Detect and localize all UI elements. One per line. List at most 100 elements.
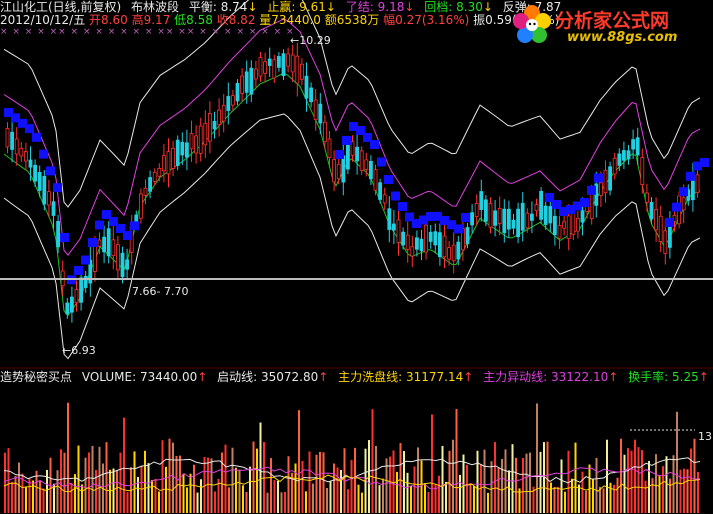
volume-bar bbox=[389, 456, 391, 513]
volume-bar bbox=[14, 475, 17, 513]
signal-dot bbox=[335, 150, 344, 159]
candle-body bbox=[263, 61, 268, 74]
candle-body bbox=[230, 95, 235, 106]
volume-bar bbox=[84, 457, 87, 513]
candle-body bbox=[33, 164, 37, 182]
candle-body bbox=[414, 237, 419, 250]
volume-bar bbox=[406, 472, 409, 513]
volume-bar bbox=[623, 454, 626, 513]
candle-body bbox=[235, 82, 240, 102]
site-logo: 分析家公式网 www.88gs.com bbox=[507, 2, 707, 48]
candle-body bbox=[359, 150, 364, 171]
candle-body bbox=[281, 53, 286, 77]
candle-body bbox=[447, 247, 452, 260]
candle-body bbox=[93, 246, 97, 272]
signal-dot bbox=[123, 231, 132, 240]
candle-body bbox=[364, 159, 369, 170]
candle-body bbox=[456, 241, 461, 260]
volume-bar bbox=[91, 445, 94, 513]
signal-dot bbox=[686, 171, 695, 181]
volume-bar bbox=[669, 478, 671, 513]
candle-body bbox=[603, 169, 608, 194]
candle-body bbox=[157, 167, 162, 177]
amount-value: 额6538万 bbox=[324, 13, 380, 27]
candle-body bbox=[608, 166, 612, 191]
candle-body bbox=[368, 160, 373, 180]
volume-bar bbox=[133, 451, 136, 513]
volume-bar bbox=[466, 464, 468, 513]
volume-bar bbox=[42, 488, 45, 513]
volume-bar bbox=[242, 485, 244, 513]
candle-body bbox=[102, 236, 106, 253]
signal-dot bbox=[454, 224, 463, 234]
volume-bar bbox=[70, 482, 73, 513]
volume-bar bbox=[315, 454, 318, 513]
candle-body bbox=[474, 202, 479, 217]
volume-bar bbox=[74, 474, 76, 513]
pingheng-value: 平衡: 8.74 bbox=[188, 0, 248, 14]
volume-bar bbox=[473, 485, 475, 513]
candle-body bbox=[437, 232, 442, 258]
logo-url: www.88gs.com bbox=[567, 30, 678, 45]
logo-title: 分析家公式网 bbox=[555, 10, 670, 32]
candle-body bbox=[10, 131, 15, 150]
candle-body bbox=[433, 231, 438, 246]
volume-bar bbox=[662, 466, 664, 513]
signal-dot bbox=[25, 124, 34, 134]
volume-bar bbox=[186, 487, 188, 513]
volume-bar bbox=[105, 442, 108, 513]
candle-body bbox=[42, 175, 47, 205]
volume-bar bbox=[287, 456, 290, 513]
candle-body bbox=[184, 142, 189, 158]
candle-body bbox=[212, 120, 217, 130]
volume-bar bbox=[200, 479, 202, 513]
volume-bar bbox=[193, 464, 195, 513]
candle-body bbox=[51, 201, 56, 216]
volume-bar bbox=[81, 484, 83, 513]
candle-body bbox=[534, 204, 539, 212]
signal-dot bbox=[46, 166, 55, 176]
volume-bar bbox=[35, 470, 38, 513]
candle-body bbox=[189, 133, 194, 150]
signal-markers: × × × × ×× × × × × × × × ×× ×× × × × × ×… bbox=[0, 27, 295, 37]
signal-dot bbox=[587, 185, 596, 195]
volume-bar bbox=[189, 473, 192, 513]
volume-bar bbox=[683, 468, 685, 513]
volume-bar bbox=[182, 473, 185, 513]
candle-body bbox=[253, 68, 258, 80]
yidong-line-value: 主力异动线: 33122.10 bbox=[483, 370, 609, 384]
candle-body bbox=[244, 71, 249, 93]
volume-bar bbox=[336, 467, 339, 513]
signal-dot bbox=[95, 220, 104, 230]
liaojie-value: 了结: 9.18 bbox=[345, 0, 405, 14]
candle-body bbox=[226, 96, 231, 111]
volume-bar bbox=[151, 480, 153, 513]
candle-body bbox=[166, 151, 171, 175]
candle-body bbox=[391, 223, 396, 231]
volume-bar bbox=[39, 481, 41, 513]
volume-bar bbox=[438, 475, 440, 513]
volume-bar bbox=[228, 487, 230, 513]
candle-body bbox=[405, 234, 410, 250]
volume-bar bbox=[494, 442, 496, 513]
candle-body bbox=[520, 202, 525, 231]
volume-bar bbox=[501, 459, 503, 513]
volume-bar bbox=[298, 410, 300, 513]
volume-bar bbox=[252, 441, 255, 513]
volume-bar bbox=[109, 469, 111, 513]
candle-body bbox=[134, 214, 139, 223]
volume-bar bbox=[420, 460, 423, 513]
volume-bar bbox=[154, 478, 157, 513]
candle-body bbox=[299, 63, 304, 80]
volume-bar bbox=[60, 449, 62, 513]
candle-body bbox=[516, 208, 520, 238]
high-price-value: 10.29 bbox=[299, 34, 331, 47]
candle-body bbox=[626, 150, 631, 160]
volume-bar bbox=[431, 414, 433, 513]
volume-bar bbox=[32, 480, 34, 513]
volume-bar bbox=[637, 447, 640, 513]
volume-bar bbox=[396, 471, 398, 513]
candle-body bbox=[345, 143, 350, 170]
candle-body bbox=[695, 174, 700, 194]
volume-bar bbox=[620, 438, 622, 513]
